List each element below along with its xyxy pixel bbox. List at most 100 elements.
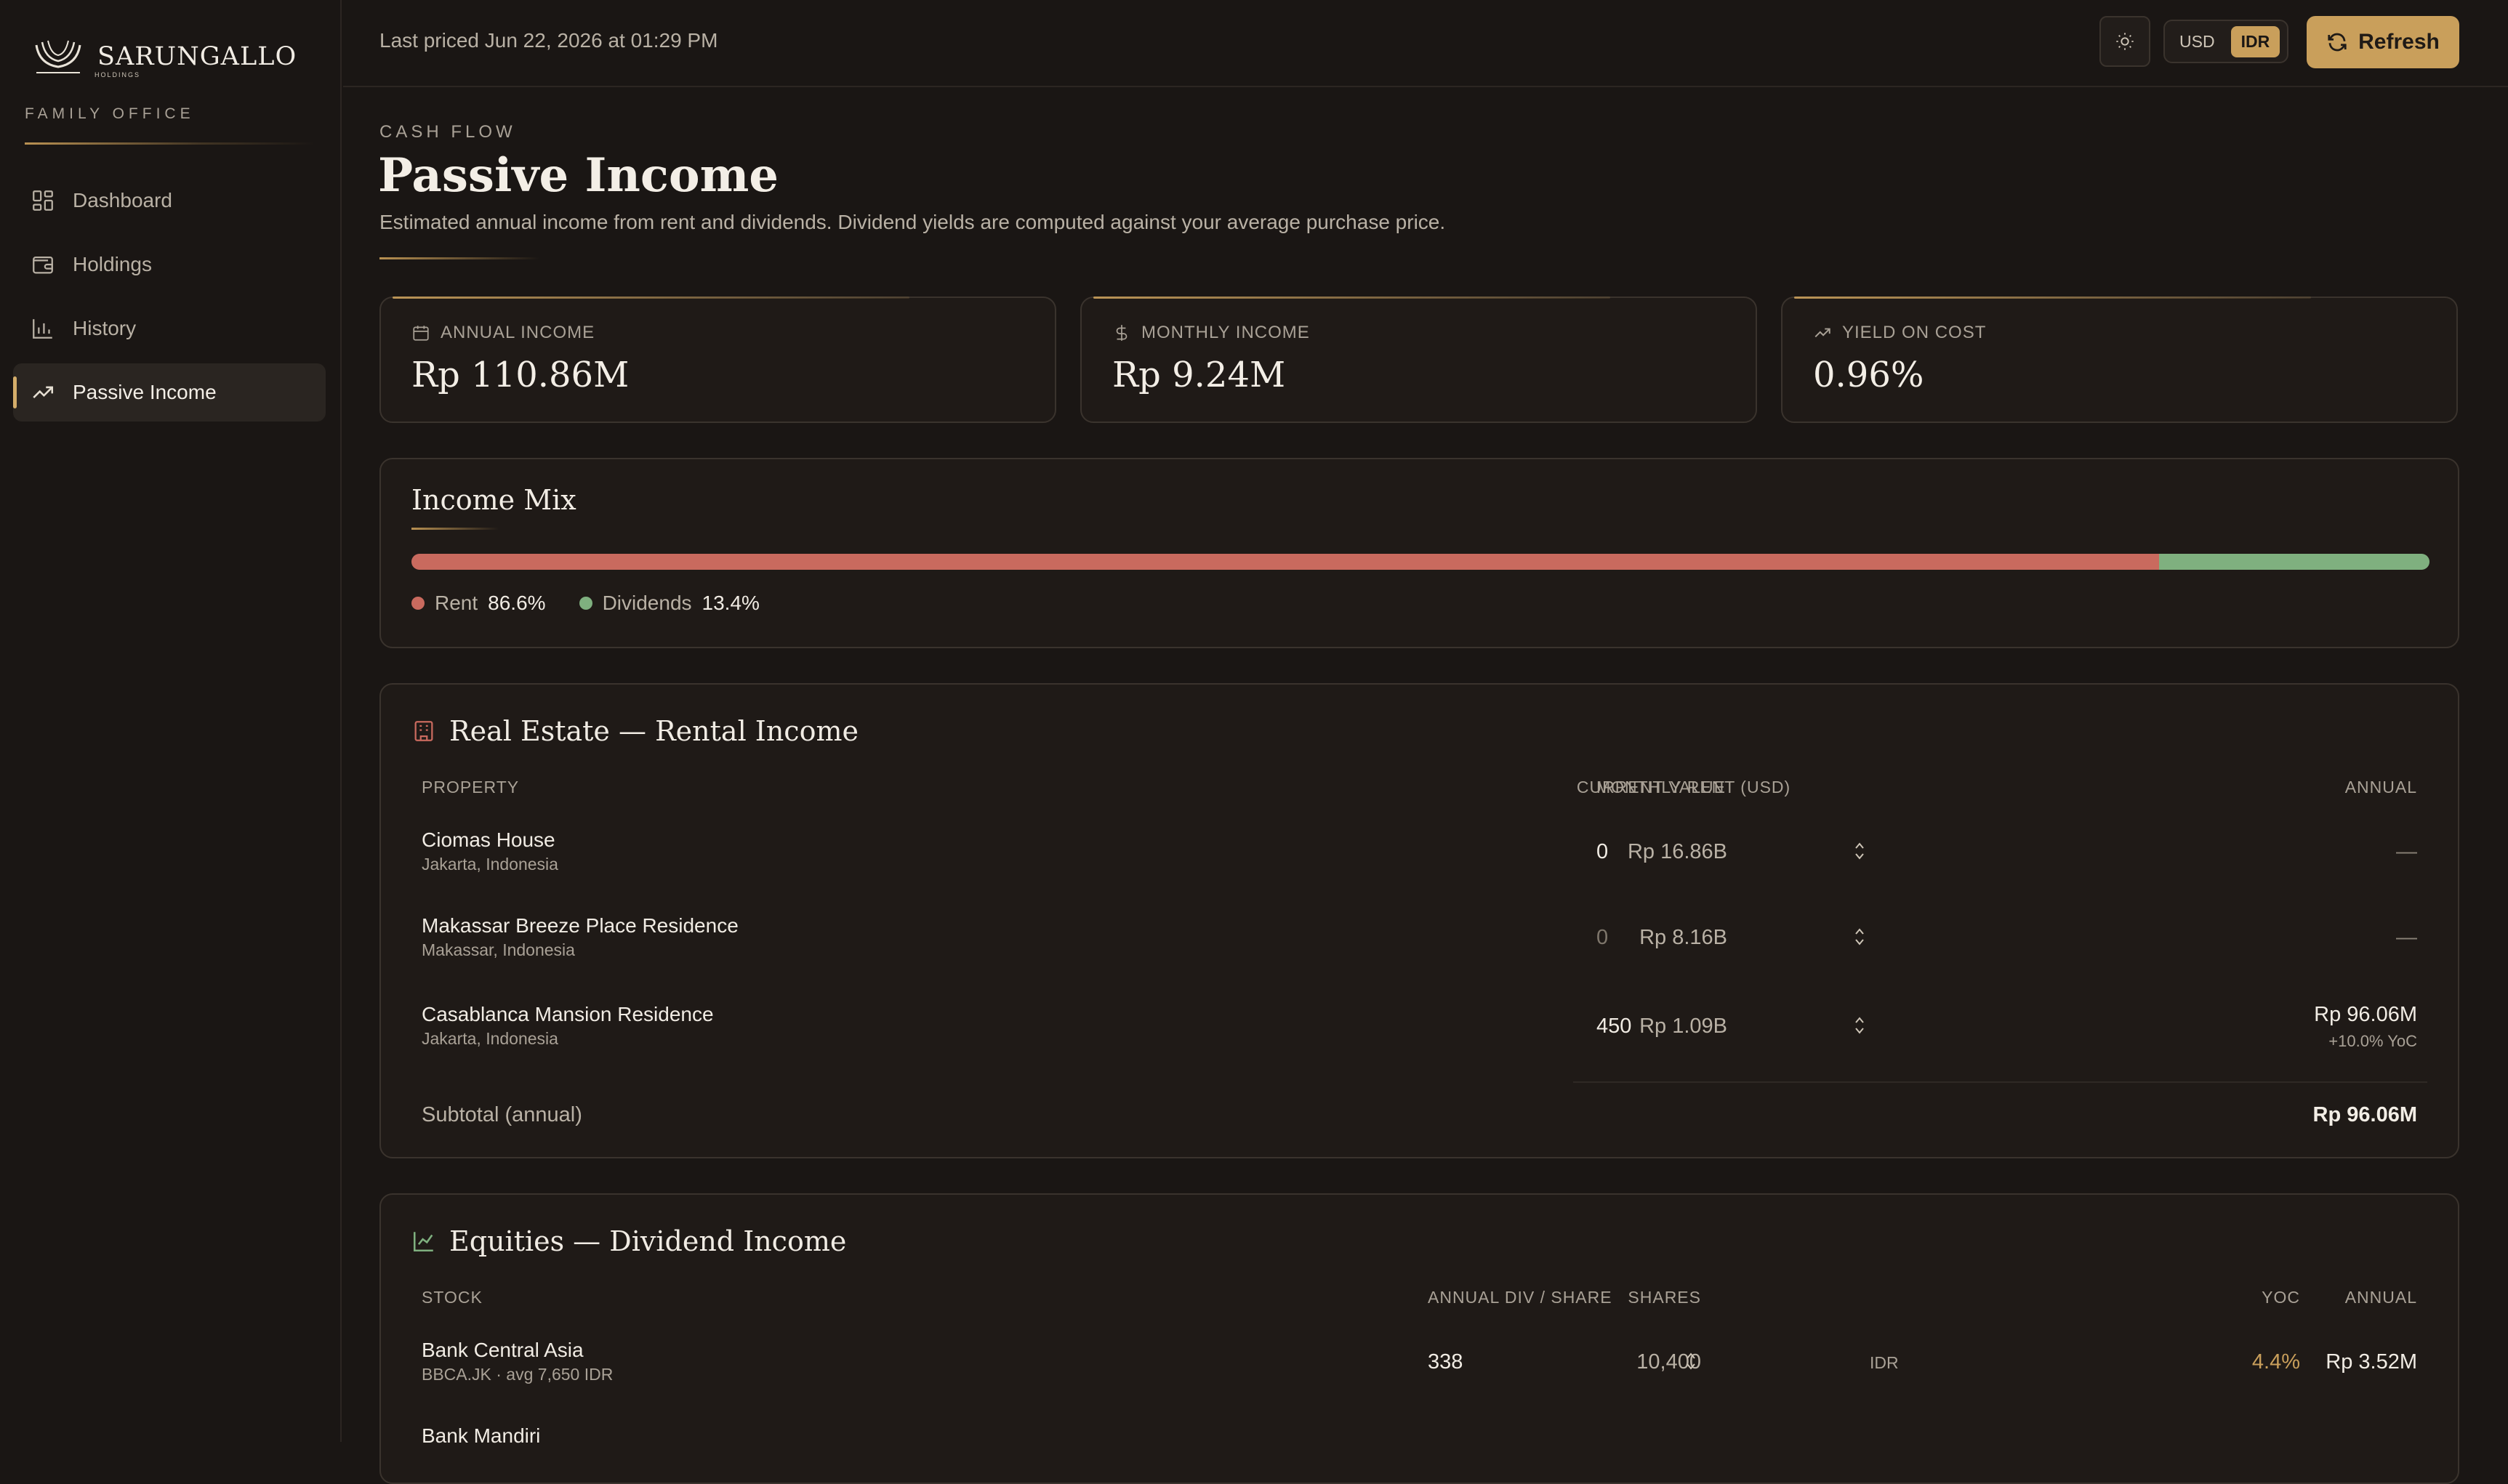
yoc-value: 4.4% (2251, 1350, 2300, 1374)
kpi-label: MONTHLY INCOME (1112, 323, 1310, 343)
logo-mark-icon (35, 40, 81, 73)
sidebar-item-dashboard[interactable]: Dashboard (13, 172, 326, 230)
sun-icon (2116, 33, 2134, 50)
sidebar-nav: Dashboard Holdings History Passive Incom… (13, 172, 326, 427)
property-name: Makassar Breeze Place Residence (422, 914, 739, 937)
sidebar-item-label: Dashboard (73, 189, 172, 211)
legend-item-dividends: Dividends 13.4% (579, 592, 760, 615)
kpi-yield-on-cost: YIELD ON COST 0.96% (1781, 297, 2458, 423)
current-value: Rp 16.86B (1627, 840, 1727, 863)
kpi-label: YIELD ON COST (1813, 323, 1986, 343)
monthly-rent-input[interactable]: 450 (1596, 1015, 1631, 1039)
kpi-annual-income: ANNUAL INCOME Rp 110.86M (379, 297, 1056, 423)
real-estate-header: Real Estate — Rental Income (411, 715, 859, 747)
col-header-yoc: YOC (2262, 1288, 2300, 1307)
col-header-annual: ANNUAL (2344, 778, 2417, 797)
income-mix-title: Income Mix (411, 484, 576, 516)
kpi-label-text: ANNUAL INCOME (441, 323, 595, 342)
wallet-icon (33, 256, 53, 274)
dividend-currency[interactable]: IDR (1870, 1353, 1899, 1373)
col-header-annual-div: ANNUAL DIV / SHARE (1428, 1288, 1612, 1307)
annual-value: — (2396, 926, 2417, 949)
property-name: Casablanca Mansion Residence (422, 1003, 714, 1025)
dividends-dot-icon (579, 597, 592, 610)
brand-sub: HOLDINGS (95, 71, 141, 78)
sidebar-item-passive-income[interactable]: Passive Income (13, 363, 326, 422)
equities-header: Equities — Dividend Income (411, 1225, 846, 1257)
rent-dot-icon (411, 597, 425, 610)
building-icon (414, 721, 433, 741)
kpi-value: 0.96% (1813, 355, 1924, 395)
stepper-icon[interactable] (1852, 1013, 1867, 1038)
last-priced-text: Last priced Jun 22, 2026 at 01:29 PM (379, 29, 718, 52)
equities-section: Equities — Dividend Income STOCK SHARES … (379, 1193, 2459, 1484)
topbar: Last priced Jun 22, 2026 at 01:29 PM USD… (343, 0, 2508, 87)
refresh-button[interactable]: Refresh (2307, 16, 2459, 68)
currency-toggle[interactable]: USD IDR (2163, 20, 2288, 63)
income-mix-rent-segment (411, 554, 2160, 570)
col-header-property: PROPERTY (422, 778, 520, 797)
kpi-value: Rp 9.24M (1112, 355, 1286, 395)
kpi-label: ANNUAL INCOME (411, 323, 595, 343)
brand-name: SARUNGALLO (97, 42, 297, 71)
dashboard-icon (33, 190, 53, 211)
subtotal-divider (1573, 1081, 2427, 1083)
refresh-icon (2328, 33, 2347, 52)
legend-label: Rent (435, 592, 478, 614)
dollar-icon (1116, 325, 1128, 341)
income-mix-bar (411, 554, 2429, 570)
stepper-icon[interactable] (1852, 839, 1867, 863)
theme-toggle-button[interactable] (2099, 16, 2150, 67)
page-eyebrow: CASH FLOW (379, 122, 516, 142)
income-mix-card: Income Mix Rent 86.6% Dividends 13.4% (379, 458, 2459, 648)
annual-value: — (2396, 840, 2417, 863)
subtotal-value: Rp 96.06M (2312, 1103, 2417, 1126)
sidebar-item-holdings[interactable]: Holdings (13, 235, 326, 294)
property-location: Makassar, Indonesia (422, 940, 575, 959)
property-location: Jakarta, Indonesia (422, 1029, 558, 1048)
monthly-rent-input[interactable]: 0 (1596, 926, 1608, 950)
subtotal-label: Subtotal (annual) (422, 1103, 582, 1126)
income-mix-divider (411, 528, 499, 530)
section-title: Real Estate — Rental Income (449, 715, 859, 747)
property-name: Ciomas House (422, 828, 555, 851)
kpi-monthly-income: MONTHLY INCOME Rp 9.24M (1080, 297, 1757, 423)
currency-option-idr[interactable]: IDR (2230, 25, 2280, 57)
stepper-icon[interactable] (1852, 924, 1867, 949)
refresh-label: Refresh (2358, 30, 2440, 54)
annual-value: Rp 3.52M (2326, 1350, 2417, 1374)
sidebar-item-label: Holdings (73, 253, 152, 275)
annual-value: Rp 96.06M (2314, 1003, 2417, 1026)
sidebar: SARUNGALLO HOLDINGS FAMILY OFFICE Dashbo… (0, 0, 342, 1442)
section-title: Equities — Dividend Income (449, 1225, 847, 1257)
currency-option-usd[interactable]: USD (2169, 26, 2225, 57)
kpi-value: Rp 110.86M (411, 355, 630, 395)
sidebar-divider (25, 142, 315, 145)
stock-meta: BBCA.JK · avg 7,650 IDR (422, 1365, 614, 1384)
monthly-rent-input[interactable]: 0 (1596, 840, 1608, 864)
sidebar-item-label: Passive Income (73, 381, 217, 403)
stock-name: Bank Mandiri (422, 1424, 541, 1447)
page-title: Passive Income (378, 148, 779, 203)
dividend-input[interactable]: 338 (1428, 1350, 1463, 1374)
property-location: Jakarta, Indonesia (422, 855, 558, 874)
stock-name: Bank Central Asia (422, 1339, 584, 1361)
kpi-label-text: YIELD ON COST (1842, 323, 1987, 342)
kpi-label-text: MONTHLY INCOME (1141, 323, 1310, 342)
brand-tagline: FAMILY OFFICE (25, 105, 195, 122)
calendar-icon (413, 326, 429, 341)
bar-chart-icon (33, 319, 52, 339)
stepper-icon[interactable] (1684, 1349, 1698, 1374)
legend-value: 86.6% (488, 592, 546, 614)
legend-value: 13.4% (702, 592, 760, 614)
brand-logo[interactable]: SARUNGALLO (32, 35, 297, 78)
col-header-monthly-rent: MONTHLY RENT (USD) (1596, 778, 1791, 797)
title-divider (379, 257, 539, 259)
col-header-stock: STOCK (422, 1288, 483, 1307)
income-mix-dividends-segment (2159, 554, 2429, 570)
col-header-annual: ANNUAL (2344, 1288, 2417, 1307)
sidebar-item-history[interactable]: History (13, 299, 326, 358)
trending-up-icon (1814, 328, 1830, 338)
income-mix-legend: Rent 86.6% Dividends 13.4% (411, 592, 760, 615)
real-estate-section: Real Estate — Rental Income PROPERTY CUR… (379, 683, 2459, 1158)
